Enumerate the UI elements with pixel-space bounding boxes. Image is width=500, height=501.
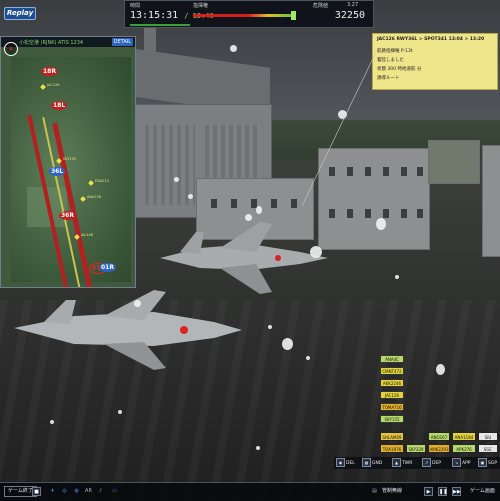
aircraft-tag[interactable]: JAL146 [81, 233, 93, 237]
strip-flight: JAC126 [377, 37, 395, 42]
freq-dep[interactable]: ↗ DEP [422, 458, 441, 468]
aircraft-tag[interactable]: SKY155 [63, 157, 76, 161]
game-screen-label[interactable]: ゲーム画面 [470, 486, 495, 497]
runway-label: 36L [49, 167, 66, 176]
command-button[interactable]: SIU [478, 432, 498, 441]
freq-app[interactable]: ↘ APP [452, 458, 471, 468]
runway-label: 36R [59, 211, 76, 220]
pause-icon[interactable]: ❚❚ [438, 487, 447, 496]
fighter-jet-parked [160, 222, 328, 294]
ar-icon[interactable]: AR [84, 487, 93, 496]
strip-route: RWY36L > SPOT341 [396, 37, 447, 42]
freq-sgp[interactable]: ▣ SGP [478, 458, 497, 468]
score-value: 32250 [334, 10, 365, 21]
freq-twr[interactable]: ▲ TWR [392, 458, 412, 468]
status-bar: 時間 指揮権 危険値 3.27 13:15:31 / 13:40 32250 [124, 0, 374, 28]
bottom-toolbar: ゲーム終了 ■ ✈ ◎ ◍ AR ♪ ▭ ▤ 管制無線 ▶ ❚❚ ▶▶ ゲーム画… [0, 482, 500, 501]
runway-label: 18L [51, 101, 68, 110]
aircraft-tag[interactable]: FDA213 [95, 179, 109, 183]
rate-value: 3.27 [347, 2, 359, 8]
command-button[interactable]: APK276 [452, 444, 476, 453]
aircraft-tag[interactable]: ANA726 [87, 195, 101, 199]
time-label: 時間 [130, 3, 141, 9]
command-button[interactable]: SKY329 [406, 444, 426, 453]
strip-header: JAC126 RWY36L > SPOT341 13:04 > 13:20 [377, 37, 484, 42]
gauge-marker [291, 11, 296, 20]
strip-line: 航路指揮権 P:13t [377, 49, 413, 54]
fighter-jet-foreground [14, 290, 242, 370]
command-button[interactable]: AMK2293 [428, 444, 450, 453]
aircraft-queue-item[interactable]: SKY155 [380, 415, 404, 423]
radio-log-label[interactable]: 管制無線 [382, 486, 402, 497]
flight-strip[interactable]: JAC126 RWY36L > SPOT341 13:04 > 13:20 航路… [372, 33, 498, 90]
command-label: 指揮権 [193, 3, 209, 9]
time-progress-bar [130, 24, 190, 26]
runway-label: 01R [99, 263, 116, 272]
compass-icon[interactable] [4, 42, 18, 56]
map-detail-button[interactable]: DETAIL [111, 38, 133, 46]
aircraft-tag[interactable]: JAC126 [47, 83, 59, 87]
aircraft-queue-item[interactable]: TOMA716 [380, 403, 404, 411]
radio-icon[interactable]: ◎ [60, 487, 69, 496]
clock-main: 13:15:31 [130, 10, 179, 21]
map-header: 小松空港 (RJNK) ATIS 1234 DETAIL [1, 37, 135, 47]
map-title: 小松空港 (RJNK) ATIS 1234 [19, 40, 84, 46]
camera-icon[interactable]: ◍ [72, 487, 81, 496]
command-button[interactable]: ANO167 [428, 432, 450, 441]
command-button[interactable]: SGC [478, 444, 498, 453]
plane-icon[interactable]: ✈ [48, 487, 57, 496]
frequency-bar: ◉ DEL ▦ GND ▲ TWR ↗ DEP ↘ APP ▣ SGP [334, 457, 500, 469]
freq-del[interactable]: ◉ DEL [336, 458, 355, 468]
command-button[interactable]: ANA1184 [452, 432, 476, 441]
command-button[interactable]: TOA1976 [380, 444, 404, 453]
danger-label: 危険値 [313, 3, 329, 9]
fast-forward-icon[interactable]: ▶▶ [452, 487, 461, 496]
play-icon[interactable]: ▶ [424, 487, 433, 496]
aircraft-queue-item[interactable]: AKK2246 [380, 379, 404, 387]
view-icon[interactable]: ▭ [110, 487, 119, 496]
freq-gnd[interactable]: ▦ GND [362, 458, 382, 468]
stress-gauge [193, 14, 293, 17]
strip-line: 着陸しました [377, 58, 404, 63]
edge-building [482, 145, 500, 257]
command-button[interactable]: SHLAM09 [380, 432, 404, 441]
replay-logo: Replay [4, 7, 36, 20]
strip-line: 誘導ルート [377, 76, 400, 81]
runway-label: 18R [41, 67, 58, 76]
airport-map[interactable]: 小松空港 (RJNK) ATIS 1234 DETAIL 18R 18L 36L… [0, 36, 136, 288]
distant-building [428, 140, 480, 184]
aircraft-queue-item[interactable]: ANA4C [380, 355, 404, 363]
aircraft-queue-item[interactable]: JAC126 [380, 391, 404, 399]
aircraft-queue-item[interactable]: CMNT472 [380, 367, 404, 375]
sound-icon[interactable]: ♪ [96, 487, 105, 496]
radio-log-icon[interactable]: ▤ [370, 487, 379, 496]
strip-leader-line [301, 51, 377, 207]
strip-line: 状態 300 時他道航 分 [377, 67, 422, 72]
stop-icon[interactable]: ■ [32, 487, 41, 496]
strip-times: 13:04 > 13:20 [448, 37, 485, 42]
